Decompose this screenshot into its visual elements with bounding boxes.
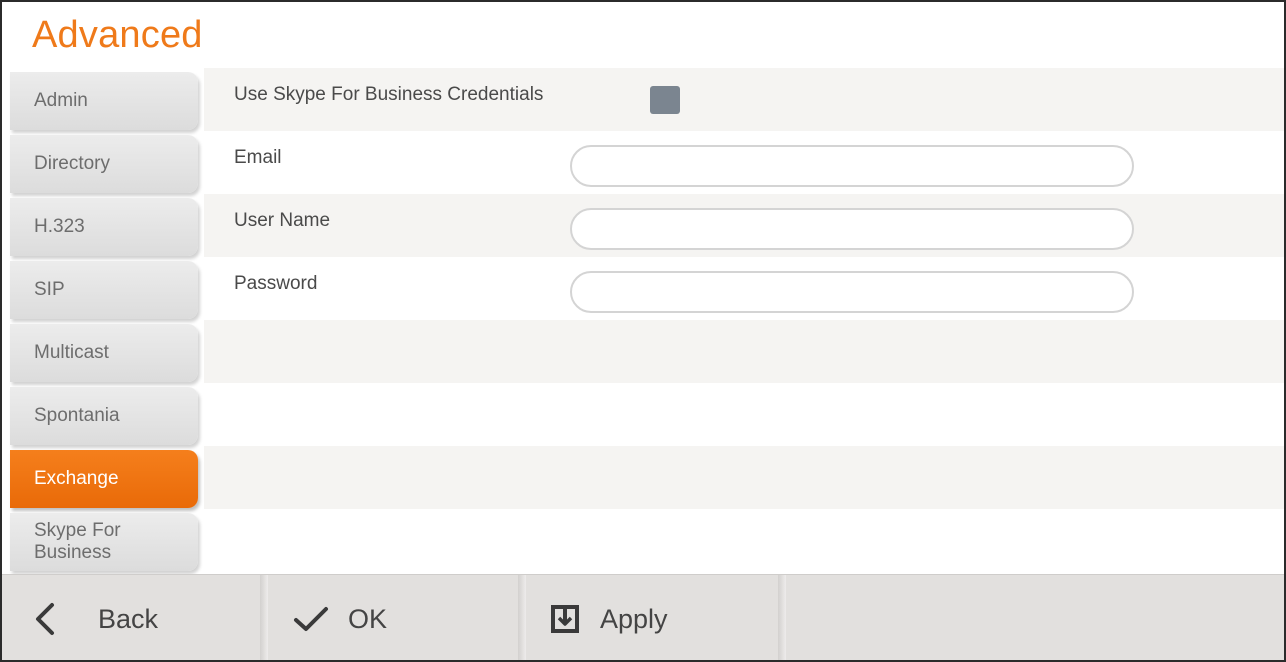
toolbar-divider [260,575,268,660]
username-field[interactable] [570,208,1134,250]
password-field[interactable] [570,271,1134,313]
empty-row [204,383,1284,446]
sidebar-item-label-line1: Skype For [34,520,121,541]
apply-button-label: Apply [600,603,668,634]
password-row: Password [204,257,1284,320]
back-button[interactable]: Back [2,575,264,660]
sidebar-item-label: Spontania [34,405,120,426]
email-row: Email [204,131,1284,194]
bottom-toolbar: Back OK Apply [2,574,1284,660]
checkmark-icon [294,607,328,631]
ok-button[interactable]: OK [268,575,522,660]
save-icon [551,605,579,633]
email-field[interactable] [570,145,1134,187]
email-label: Email [234,147,282,168]
sidebar-item-multicast[interactable]: Multicast [10,324,198,382]
use-credentials-checkbox[interactable] [650,86,680,114]
toolbar-divider [778,575,786,660]
sidebar-item-admin[interactable]: Admin [10,72,198,130]
sidebar-item-label: SIP [34,279,65,300]
chevron-left-icon [36,603,54,635]
page-title: Advanced [32,14,203,56]
header: Advanced [2,2,1284,68]
sidebar-item-spontania[interactable]: Spontania [10,387,198,445]
app-window: Advanced Admin Directory H.323 SIP Multi… [0,0,1286,662]
sidebar-item-directory[interactable]: Directory [10,135,198,193]
back-button-label: Back [98,603,159,634]
empty-row [204,446,1284,509]
use-credentials-row: Use Skype For Business Credentials [204,68,1284,131]
sidebar-item-exchange[interactable]: Exchange [10,450,198,508]
sidebar-item-label-line2: Business [34,542,112,563]
toolbar-divider [518,575,526,660]
sidebar: Admin Directory H.323 SIP Multicast Spon… [10,70,200,572]
username-row: User Name [204,194,1284,257]
sidebar-item-label: Admin [34,90,88,111]
apply-button[interactable]: Apply [526,575,782,660]
sidebar-item-skype-for-business[interactable]: Skype For Business [10,513,198,571]
sidebar-item-h323[interactable]: H.323 [10,198,198,256]
settings-panel: Use Skype For Business Credentials Email… [204,68,1284,573]
username-label: User Name [234,210,331,231]
sidebar-item-label: Directory [34,153,111,174]
sidebar-item-label: Exchange [34,468,119,489]
use-credentials-label: Use Skype For Business Credentials [234,84,544,105]
sidebar-item-sip[interactable]: SIP [10,261,198,319]
sidebar-item-label: H.323 [34,216,85,237]
ok-button-label: OK [348,603,388,634]
empty-row [204,509,1284,572]
sidebar-item-label: Skype For Business [34,520,121,564]
password-label: Password [234,273,318,294]
empty-row [204,320,1284,383]
sidebar-item-label: Multicast [34,342,109,363]
